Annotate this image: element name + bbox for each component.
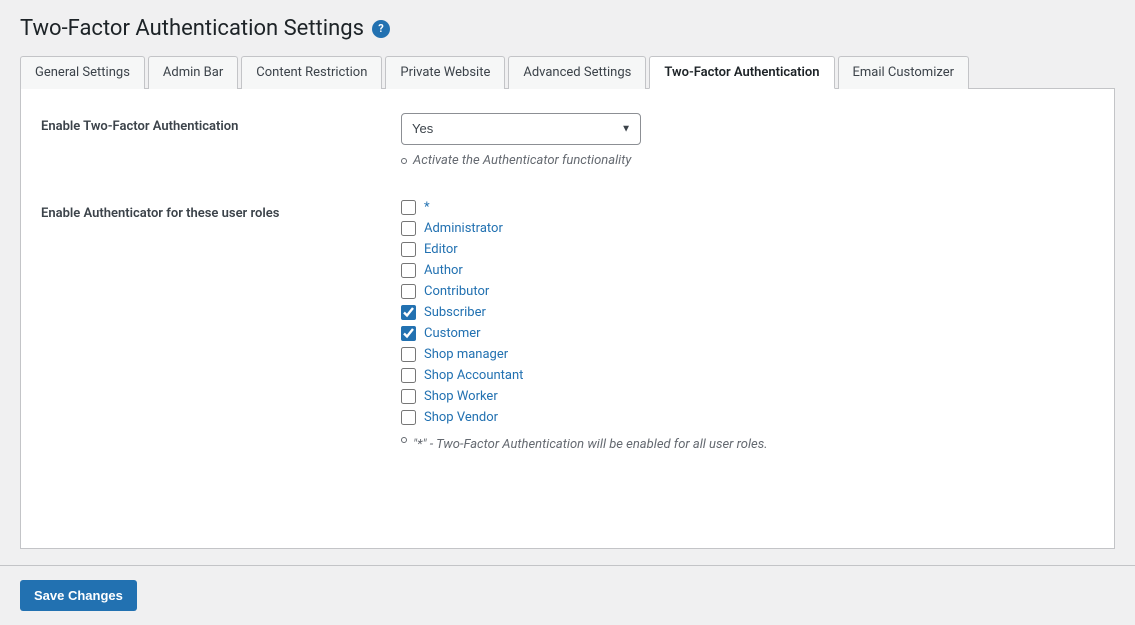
checkbox-item-shop-worker[interactable]: Shop Worker bbox=[401, 389, 1094, 404]
user-roles-row: Enable Authenticator for these user role… bbox=[41, 200, 1094, 460]
checkbox-shop-vendor[interactable] bbox=[401, 410, 416, 425]
enable-tfa-hint: Activate the Authenticator functionality bbox=[401, 153, 1094, 168]
tab-general[interactable]: General Settings bbox=[20, 56, 145, 89]
save-button[interactable]: Save Changes bbox=[20, 580, 137, 611]
checkbox-label-shop-manager: Shop manager bbox=[424, 347, 508, 362]
checkbox-item-customer[interactable]: Customer bbox=[401, 326, 1094, 341]
roles-note: "*" - Two-Factor Authentication will be … bbox=[401, 437, 1094, 452]
checkbox-label-editor: Editor bbox=[424, 242, 458, 257]
enable-tfa-row: Enable Two-Factor Authentication YesNo ▼… bbox=[41, 113, 1094, 176]
tab-two-factor-auth[interactable]: Two-Factor Authentication bbox=[649, 56, 834, 89]
tab-content-restriction[interactable]: Content Restriction bbox=[241, 56, 382, 89]
enable-tfa-select[interactable]: YesNo bbox=[401, 113, 641, 145]
checkbox-shop-accountant[interactable] bbox=[401, 368, 416, 383]
tab-advanced-settings[interactable]: Advanced Settings bbox=[508, 56, 646, 89]
checkbox-label-shop-accountant: Shop Accountant bbox=[424, 368, 523, 383]
enable-tfa-select-wrapper: YesNo ▼ bbox=[401, 113, 641, 145]
tab-private-website[interactable]: Private Website bbox=[385, 56, 505, 89]
hint-text-label: Activate the Authenticator functionality bbox=[413, 153, 631, 168]
checkbox-label-contributor: Contributor bbox=[424, 284, 489, 299]
checkbox-label-administrator: Administrator bbox=[424, 221, 503, 236]
checkbox-subscriber[interactable] bbox=[401, 305, 416, 320]
hint-bullet-icon bbox=[401, 158, 407, 164]
tab-email-customizer[interactable]: Email Customizer bbox=[838, 56, 970, 89]
checkbox-item-subscriber[interactable]: Subscriber bbox=[401, 305, 1094, 320]
checkbox-label-shop-worker: Shop Worker bbox=[424, 389, 498, 404]
checkbox-label-shop-vendor: Shop Vendor bbox=[424, 410, 498, 425]
user-roles-label: Enable Authenticator for these user role… bbox=[41, 200, 401, 221]
checkbox-contributor[interactable] bbox=[401, 284, 416, 299]
checkbox-item-all[interactable]: * bbox=[401, 200, 1094, 215]
tab-admin-bar[interactable]: Admin Bar bbox=[148, 56, 238, 89]
footer-bar: Save Changes bbox=[0, 565, 1135, 625]
checkbox-item-contributor[interactable]: Contributor bbox=[401, 284, 1094, 299]
checkbox-all[interactable] bbox=[401, 200, 416, 215]
checkbox-label-author: Author bbox=[424, 263, 463, 278]
user-roles-control: * Administrator Editor Author Contributor Sub… bbox=[401, 200, 1094, 452]
checkbox-shop-worker[interactable] bbox=[401, 389, 416, 404]
checkbox-label-subscriber: Subscriber bbox=[424, 305, 486, 320]
roles-note-text: "*" - Two-Factor Authentication will be … bbox=[413, 437, 768, 452]
checkbox-administrator[interactable] bbox=[401, 221, 416, 236]
checkbox-list: * Administrator Editor Author Contributor Sub… bbox=[401, 200, 1094, 425]
checkbox-item-administrator[interactable]: Administrator bbox=[401, 221, 1094, 236]
checkbox-item-editor[interactable]: Editor bbox=[401, 242, 1094, 257]
checkbox-item-shop-vendor[interactable]: Shop Vendor bbox=[401, 410, 1094, 425]
help-icon[interactable]: ? bbox=[372, 20, 390, 38]
note-bullet-icon bbox=[401, 437, 407, 443]
page-title: Two-Factor Authentication Settings bbox=[20, 16, 364, 41]
checkbox-customer[interactable] bbox=[401, 326, 416, 341]
checkbox-item-shop-manager[interactable]: Shop manager bbox=[401, 347, 1094, 362]
checkbox-label-all: * bbox=[424, 200, 430, 215]
checkbox-editor[interactable] bbox=[401, 242, 416, 257]
checkbox-shop-manager[interactable] bbox=[401, 347, 416, 362]
checkbox-item-shop-accountant[interactable]: Shop Accountant bbox=[401, 368, 1094, 383]
enable-tfa-control: YesNo ▼ Activate the Authenticator funct… bbox=[401, 113, 1094, 168]
checkbox-label-customer: Customer bbox=[424, 326, 481, 341]
checkbox-item-author[interactable]: Author bbox=[401, 263, 1094, 278]
tabs-row: General SettingsAdmin BarContent Restric… bbox=[20, 55, 1115, 89]
enable-tfa-label: Enable Two-Factor Authentication bbox=[41, 113, 401, 134]
checkbox-author[interactable] bbox=[401, 263, 416, 278]
content-area: Enable Two-Factor Authentication YesNo ▼… bbox=[20, 89, 1115, 549]
